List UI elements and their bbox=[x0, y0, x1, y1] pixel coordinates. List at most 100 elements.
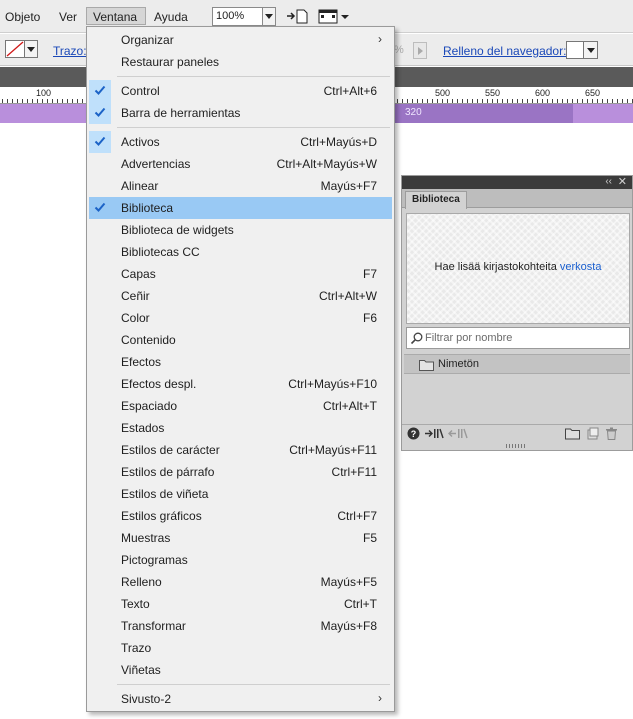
percent-stepper[interactable] bbox=[413, 42, 427, 59]
menu-item-efectos[interactable]: Efectos bbox=[89, 351, 392, 373]
zoom-select[interactable]: 100% bbox=[212, 7, 276, 26]
checkmark-icon bbox=[94, 201, 106, 216]
import-icon[interactable] bbox=[424, 427, 444, 443]
fill-dropdown[interactable] bbox=[25, 40, 38, 58]
ruler-tick bbox=[507, 99, 508, 103]
menu-item-estilos-de-carácter[interactable]: Estilos de carácter Ctrl+Mayús+F11 bbox=[89, 439, 392, 461]
panel-header[interactable]: ‹‹ ✕ bbox=[402, 176, 632, 189]
menu-item-biblioteca-de-widgets[interactable]: Biblioteca de widgets bbox=[89, 219, 392, 241]
menu-item-capas[interactable]: Capas F7 bbox=[89, 263, 392, 285]
menu-item-label: Efectos despl. bbox=[121, 377, 197, 391]
ruler-tick bbox=[27, 99, 28, 103]
ruler-label: 550 bbox=[485, 88, 501, 98]
menu-item-contenido[interactable]: Contenido bbox=[89, 329, 392, 351]
menu-item-organizar[interactable]: Organizar › bbox=[89, 29, 392, 51]
ruler-tick bbox=[612, 99, 613, 103]
browser-fill-label[interactable]: Relleno del navegador: bbox=[443, 44, 566, 58]
stroke-label[interactable]: Trazo: bbox=[53, 44, 87, 58]
menu-item-shortcut: F5 bbox=[362, 531, 377, 545]
ruler-tick bbox=[582, 99, 583, 103]
menu-ayuda[interactable]: Ayuda bbox=[152, 8, 190, 26]
chevron-down-icon[interactable] bbox=[262, 8, 275, 25]
browser-fill-swatch[interactable] bbox=[566, 41, 584, 59]
menu-item-label: Transformar bbox=[121, 619, 186, 633]
submenu-arrow-icon: › bbox=[378, 32, 382, 46]
menu-item-label: Advertencias bbox=[121, 157, 191, 171]
close-icon[interactable]: ✕ bbox=[618, 176, 627, 188]
menu-item-restaurar-paneles[interactable]: Restaurar paneles bbox=[89, 51, 392, 73]
filter-input[interactable] bbox=[425, 330, 625, 346]
menu-item-advertencias[interactable]: Advertencias Ctrl+Alt+Mayús+W bbox=[89, 153, 392, 175]
menu-item-label: Color bbox=[121, 311, 150, 325]
menu-ver[interactable]: Ver bbox=[57, 8, 79, 26]
menu-item-label: Bibliotecas CC bbox=[121, 245, 200, 259]
menu-objeto[interactable]: Objeto bbox=[3, 8, 42, 26]
menu-item-label: Biblioteca de widgets bbox=[121, 223, 234, 237]
menu-item-transformar[interactable]: Transformar Mayús+F8 bbox=[89, 615, 392, 637]
menu-item-label: Barra de herramientas bbox=[121, 106, 241, 120]
menu-item-label: Estilos de carácter bbox=[121, 443, 220, 457]
checkmark-icon bbox=[94, 135, 106, 150]
menu-item-shortcut: Mayús+F7 bbox=[320, 179, 377, 193]
trash-icon[interactable] bbox=[605, 427, 618, 443]
collapse-icon[interactable]: ‹‹ bbox=[605, 176, 612, 188]
folder-icon bbox=[419, 359, 434, 374]
ruler-tick bbox=[7, 99, 8, 103]
menu-ventana[interactable]: Ventana bbox=[86, 7, 146, 25]
promo-link[interactable]: verkosta bbox=[560, 261, 602, 273]
menu-item-trazo[interactable]: Trazo bbox=[89, 637, 392, 659]
ruler-tick bbox=[537, 99, 538, 103]
menu-item-biblioteca[interactable]: Biblioteca bbox=[89, 197, 392, 219]
menu-item-alinear[interactable]: Alinear Mayús+F7 bbox=[89, 175, 392, 197]
menu-item-label: Estilos de párrafo bbox=[121, 465, 215, 479]
ruler-label: 600 bbox=[535, 88, 551, 98]
ruler-tick bbox=[57, 99, 58, 103]
menu-item-bibliotecas-cc[interactable]: Bibliotecas CC bbox=[89, 241, 392, 263]
menu-item-estilos-de-párrafo[interactable]: Estilos de párrafo Ctrl+F11 bbox=[89, 461, 392, 483]
browser-fill-dropdown[interactable] bbox=[584, 41, 598, 59]
menu-item-color[interactable]: Color F6 bbox=[89, 307, 392, 329]
ruler-tick bbox=[497, 99, 498, 103]
help-icon[interactable]: ? bbox=[407, 427, 420, 443]
menu-separator bbox=[117, 76, 390, 77]
menu-item-estilos-gráficos[interactable]: Estilos gráficos Ctrl+F7 bbox=[89, 505, 392, 527]
menu-item-texto[interactable]: Texto Ctrl+T bbox=[89, 593, 392, 615]
folder-name: Nimetön bbox=[438, 358, 479, 370]
menu-item-sivusto-2[interactable]: Sivusto-2 › bbox=[89, 688, 392, 710]
menu-item-shortcut: Ctrl+T bbox=[344, 597, 377, 611]
ruler-tick bbox=[77, 99, 78, 103]
menu-item-barra-de-herramientas[interactable]: Barra de herramientas bbox=[89, 102, 392, 124]
menu-item-shortcut: Ctrl+Alt+T bbox=[322, 399, 377, 413]
menu-item-label: Espaciado bbox=[121, 399, 178, 413]
menu-item-shortcut: Ctrl+Mayús+D bbox=[300, 135, 377, 149]
resize-grip[interactable] bbox=[506, 444, 526, 448]
menu-item-label: Estilos gráficos bbox=[121, 509, 202, 523]
ruler-tick bbox=[402, 99, 403, 103]
fill-swatch[interactable] bbox=[5, 40, 25, 58]
menu-item-viñetas[interactable]: Viñetas bbox=[89, 659, 392, 681]
menu-item-pictogramas[interactable]: Pictogramas bbox=[89, 549, 392, 571]
menu-item-estados[interactable]: Estados bbox=[89, 417, 392, 439]
menu-item-espaciado[interactable]: Espaciado Ctrl+Alt+T bbox=[89, 395, 392, 417]
new-folder-icon[interactable] bbox=[565, 427, 580, 443]
ruler-tick bbox=[462, 99, 463, 103]
export-icon[interactable] bbox=[448, 427, 468, 443]
ruler-tick bbox=[607, 99, 608, 103]
ruler-tick bbox=[512, 99, 513, 103]
ruler-tick bbox=[452, 99, 453, 103]
filter-field[interactable] bbox=[406, 327, 630, 349]
menu-item-ceñir[interactable]: Ceñir Ctrl+Alt+W bbox=[89, 285, 392, 307]
menu-item-estilos-de-viñeta[interactable]: Estilos de viñeta bbox=[89, 483, 392, 505]
library-folder-row[interactable]: Nimetön bbox=[404, 354, 630, 374]
menu-item-activos[interactable]: Activos Ctrl+Mayús+D bbox=[89, 131, 392, 153]
menu-item-efectos-despl-[interactable]: Efectos despl. Ctrl+Mayús+F10 bbox=[89, 373, 392, 395]
percent-field[interactable]: % bbox=[394, 42, 414, 59]
menu-item-control[interactable]: Control Ctrl+Alt+6 bbox=[89, 80, 392, 102]
preview-page-icon[interactable] bbox=[286, 8, 308, 27]
ruler-tick bbox=[467, 99, 468, 103]
menu-item-relleno[interactable]: Relleno Mayús+F5 bbox=[89, 571, 392, 593]
menu-item-muestras[interactable]: Muestras F5 bbox=[89, 527, 392, 549]
tab-biblioteca[interactable]: Biblioteca bbox=[405, 191, 467, 209]
new-item-icon[interactable] bbox=[586, 427, 599, 443]
view-mode-icon[interactable] bbox=[318, 8, 350, 27]
